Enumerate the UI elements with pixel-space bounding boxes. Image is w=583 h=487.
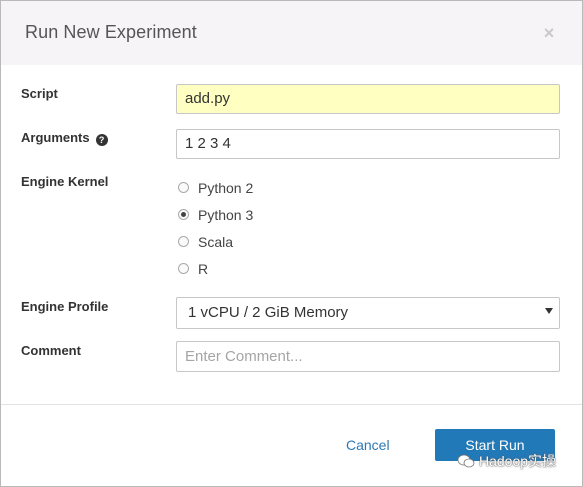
script-label: Script	[21, 86, 58, 101]
arguments-label: Arguments?	[21, 130, 108, 146]
run-experiment-dialog: Run New Experiment × Script add.py Argum…	[0, 0, 583, 487]
engine-profile-select[interactable]: 1 vCPU / 2 GiB Memory	[176, 297, 560, 329]
comment-label: Comment	[21, 343, 81, 358]
engine-profile-label: Engine Profile	[21, 299, 109, 314]
close-icon[interactable]: ×	[541, 24, 557, 42]
radio-scala[interactable]	[178, 236, 189, 247]
radio-python-3[interactable]	[178, 209, 189, 220]
kernel-option-label: Python 3	[198, 207, 254, 223]
arguments-label-text: Arguments	[21, 130, 90, 145]
kernel-option-label: Python 2	[198, 180, 254, 196]
engine-profile-value: 1 vCPU / 2 GiB Memory	[188, 304, 349, 321]
engine-kernel-label: Engine Kernel	[21, 174, 109, 189]
footer-divider	[1, 404, 582, 405]
chevron-down-icon	[545, 308, 553, 314]
watermark-text: Hadoop实操	[479, 453, 557, 469]
script-input[interactable]: add.py	[176, 84, 560, 114]
radio-r[interactable]	[178, 263, 189, 274]
kernel-option-label: Scala	[198, 234, 234, 250]
radio-python-2[interactable]	[178, 182, 189, 193]
help-icon[interactable]: ?	[95, 134, 108, 146]
watermark: Hadoop实操	[457, 451, 556, 471]
comment-input[interactable]: Enter Comment...	[176, 341, 560, 372]
kernel-option-label: R	[198, 261, 209, 277]
cancel-button[interactable]: Cancel	[346, 437, 390, 453]
wechat-icon	[457, 454, 475, 468]
arguments-input[interactable]: 1 2 3 4	[176, 129, 560, 159]
dialog-title: Run New Experiment	[25, 22, 197, 42]
dialog-header: Run New Experiment ×	[1, 1, 582, 65]
